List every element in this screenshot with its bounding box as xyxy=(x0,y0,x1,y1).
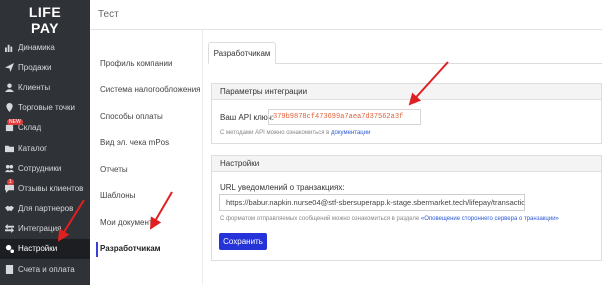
sidebar-item-label: Каталог xyxy=(18,143,48,153)
tab-developers[interactable]: Разработчикам xyxy=(208,42,276,64)
folder-icon xyxy=(4,143,14,153)
sidebar-item-integration[interactable]: Интеграция xyxy=(0,219,90,239)
count-badge: 1 xyxy=(7,179,14,186)
settings-card-title: Настройки xyxy=(212,156,601,172)
settings-item-reports[interactable]: Отчеты xyxy=(96,156,206,183)
map-pin-icon xyxy=(4,103,14,113)
sidebar-item-label: Настройки xyxy=(18,244,58,254)
invoice-icon xyxy=(4,264,14,274)
users-icon xyxy=(4,163,14,173)
settings-item-my-documents[interactable]: Мои документы xyxy=(96,209,206,236)
sidebar-item-warehouse[interactable]: NEW Склад xyxy=(0,118,90,138)
url-label: URL уведомлений о транзакциях: xyxy=(220,183,345,192)
page-title: Тест xyxy=(98,9,119,20)
api-key-label: Ваш API ключ: xyxy=(220,113,275,122)
sidebar-item-label: Склад xyxy=(18,123,42,133)
notification-url-field[interactable]: https://babur.napkin.nurse04@stf-sbersup… xyxy=(219,194,525,211)
user-icon xyxy=(4,82,14,92)
sidebar-item-billing[interactable]: Счета и оплата xyxy=(0,259,90,279)
sidebar-item-settings[interactable]: Настройки xyxy=(0,238,90,260)
sidebar-item-label: Продажи xyxy=(18,62,52,72)
integration-card-title: Параметры интеграции xyxy=(212,84,601,100)
notification-docs-link[interactable]: «Оповещение стороннего сервера о транзак… xyxy=(421,216,559,222)
documentation-link[interactable]: документации xyxy=(331,130,370,136)
sidebar-item-label: Клиенты xyxy=(18,82,51,92)
sidebar-item-dynamics[interactable]: Динамика xyxy=(0,37,90,57)
handshake-icon xyxy=(4,204,14,214)
integration-card: Параметры интеграции Ваш API ключ: 379b9… xyxy=(211,83,602,144)
sidebar: LIFE PAY Динамика Продажи Клиенты Торгов… xyxy=(0,0,90,285)
sidebar-item-partners[interactable]: Для партнеров xyxy=(0,199,90,219)
sidebar-item-label: Счета и оплата xyxy=(18,264,75,274)
sidebar-item-label: Динамика xyxy=(18,42,55,52)
sidebar-item-label: Сотрудники xyxy=(18,163,62,173)
settings-item-company-profile[interactable]: Профиль компании xyxy=(96,50,206,77)
sidebar-item-reviews[interactable]: 1 Отзывы клиентов xyxy=(0,178,90,198)
format-hint: С форматом отправляемых сообщений можно … xyxy=(220,216,559,222)
settings-nav: Профиль компании Система налогообложения… xyxy=(96,50,206,262)
sidebar-item-label: Отзывы клиентов xyxy=(18,183,84,193)
sidebar-item-catalog[interactable]: Каталог xyxy=(0,138,90,158)
settings-card: Настройки URL уведомлений о транзакциях:… xyxy=(211,155,602,261)
sidebar-item-label: Торговые точки xyxy=(18,103,76,113)
panel-divider xyxy=(202,30,203,285)
logo[interactable]: LIFE PAY xyxy=(0,4,90,36)
sidebar-nav: Динамика Продажи Клиенты Торговые точки … xyxy=(0,37,90,279)
sidebar-item-sales[interactable]: Продажи xyxy=(0,57,90,77)
settings-item-payment-methods[interactable]: Способы оплаты xyxy=(96,103,206,130)
header-divider xyxy=(90,29,602,30)
new-badge: NEW xyxy=(7,118,23,125)
bar-chart-icon xyxy=(4,42,14,52)
settings-item-templates[interactable]: Шаблоны xyxy=(96,183,206,210)
settings-item-tax-system[interactable]: Система налогообложения xyxy=(96,77,206,104)
api-docs-hint: С методами API можно ознакомиться в доку… xyxy=(220,130,371,136)
sidebar-item-label: Интеграция xyxy=(18,224,62,234)
api-key-field[interactable]: 379b9878cf473699a7aea7d37562a3f xyxy=(268,109,421,125)
sidebar-item-label: Для партнеров xyxy=(18,204,74,214)
paper-plane-icon xyxy=(4,62,14,72)
swap-icon xyxy=(4,224,14,234)
sidebar-item-clients[interactable]: Клиенты xyxy=(0,77,90,97)
sidebar-item-stores[interactable]: Торговые точки xyxy=(0,98,90,118)
settings-item-receipt-view[interactable]: Вид эл. чека mPos xyxy=(96,130,206,157)
gears-icon xyxy=(4,244,14,254)
sidebar-item-employees[interactable]: Сотрудники xyxy=(0,158,90,178)
settings-item-developers[interactable]: Разработчикам xyxy=(96,236,206,263)
save-button[interactable]: Сохранить xyxy=(219,233,267,250)
